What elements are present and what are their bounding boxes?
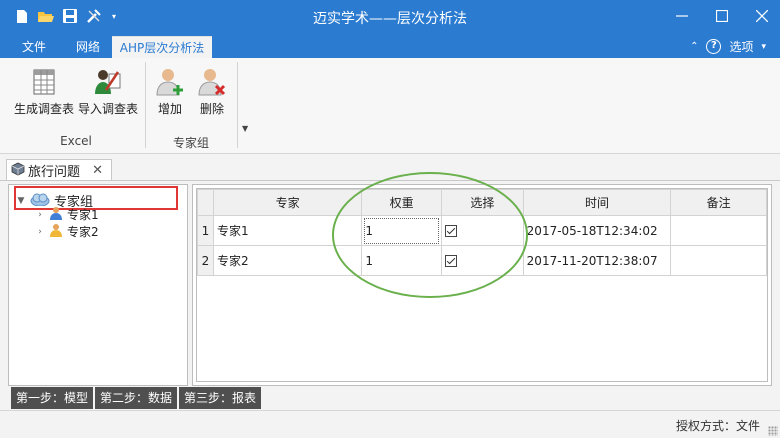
chevron-down-icon[interactable]: ▼ (16, 196, 26, 206)
cell-note[interactable] (670, 245, 767, 276)
add-user-icon (154, 66, 186, 98)
delete-expert-label: 删除 (199, 102, 224, 116)
tree-item-expert-2[interactable]: › 专家2 (35, 223, 99, 240)
options-menu[interactable]: 选项 (729, 38, 753, 55)
license-status: 授权方式：文件 (675, 419, 760, 433)
cell-time[interactable]: 2017-11-20T12:38:07 (522, 245, 672, 276)
table-row: 1 专家1 1 2017-05-18T12:34:02 (197, 215, 767, 246)
column-header-select[interactable]: 选择 (440, 189, 524, 216)
row-header-corner (197, 189, 214, 216)
document-tab[interactable]: 旅行问题 ✕ (6, 159, 112, 181)
options-dropdown-icon[interactable]: ▾ (761, 42, 766, 52)
column-header-expert[interactable]: 专家 (212, 189, 363, 216)
divider (0, 180, 780, 181)
row-index[interactable]: 1 (197, 215, 214, 246)
expert-tree-panel: ▼ 专家组 › 专家1 › 专家2 (8, 184, 188, 386)
add-expert-label: 增加 (157, 102, 182, 116)
generate-survey-button[interactable]: 生成调查表 (14, 66, 74, 117)
status-bar: 授权方式：文件 (0, 410, 780, 438)
ribbon-group-divider (237, 62, 238, 148)
add-expert-button[interactable]: 增加 (152, 66, 188, 117)
expert-table: 专家 权重 选择 时间 备注 1 专家1 1 2017-05-18T12:34:… (197, 189, 767, 276)
import-survey-button[interactable]: 导入调查表 (78, 66, 138, 117)
group-label-expert: 专家组 (172, 136, 209, 150)
close-icon[interactable] (752, 6, 772, 26)
cell-expert[interactable]: 专家2 (212, 245, 363, 276)
column-header-note[interactable]: 备注 (670, 189, 767, 216)
expert-user-icon (49, 206, 63, 223)
step-tab-report[interactable]: 第三步：报表 (179, 387, 262, 409)
column-header-time[interactable]: 时间 (522, 189, 672, 216)
chevron-right-icon[interactable]: › (35, 210, 45, 220)
grid-sheet-icon (28, 66, 60, 98)
close-tab-icon[interactable]: ✕ (92, 163, 103, 178)
resize-grip-icon[interactable] (768, 426, 778, 436)
cell-weight[interactable]: 1 (361, 215, 442, 246)
title-bar: ▾ 迈实学术——层次分析法 (0, 0, 780, 36)
generate-survey-label: 生成调查表 (14, 102, 75, 116)
remove-user-icon (196, 66, 228, 98)
tree-item-expert-1[interactable]: › 专家1 (35, 206, 99, 223)
import-survey-label: 导入调查表 (78, 102, 139, 116)
tree-item-label: 专家1 (67, 208, 99, 222)
step-tabs: 第一步：模型 第二步：数据 第三步：报表 (11, 387, 262, 409)
chevron-right-icon[interactable]: › (35, 227, 45, 237)
cell-time[interactable]: 2017-05-18T12:34:02 (522, 215, 672, 246)
maximize-icon[interactable] (712, 6, 732, 26)
tree-item-label: 专家2 (67, 225, 99, 239)
cube-icon (11, 162, 25, 180)
tab-file[interactable]: 文件 (12, 36, 56, 58)
group-label-excel: Excel (60, 134, 92, 148)
delete-expert-button[interactable]: 删除 (194, 66, 230, 117)
ribbon-group-divider (145, 62, 146, 148)
window-title: 迈实学术——层次分析法 (313, 11, 467, 27)
cell-select[interactable] (440, 245, 524, 276)
document-tab-label: 旅行问题 (28, 165, 81, 180)
checkbox-checked[interactable] (444, 255, 457, 267)
tab-ahp[interactable]: AHP层次分析法 (112, 36, 212, 58)
table-row: 2 专家2 1 2017-11-20T12:38:07 (197, 245, 767, 276)
collapse-ribbon-icon[interactable]: ⌃ (690, 41, 698, 52)
table-header-row: 专家 权重 选择 时间 备注 (197, 189, 767, 216)
step-tab-model[interactable]: 第一步：模型 (11, 387, 94, 409)
minimize-icon[interactable] (672, 6, 692, 26)
expert-user-icon (49, 223, 63, 240)
cell-weight[interactable]: 1 (361, 245, 442, 276)
column-header-weight[interactable]: 权重 (361, 189, 442, 216)
cell-select[interactable] (440, 215, 524, 246)
help-icon[interactable]: ? (706, 39, 722, 54)
checkbox-checked[interactable] (444, 225, 457, 237)
tab-network[interactable]: 网络 (64, 36, 112, 58)
ribbon-expand-icon[interactable]: ▼ (242, 124, 248, 133)
ribbon-tab-row: 文件 网络 AHP层次分析法 ⌃ ? 选项 ▾ (0, 36, 780, 58)
row-index[interactable]: 2 (197, 245, 214, 276)
grid-panel: 专家 权重 选择 时间 备注 1 专家1 1 2017-05-18T12:34:… (192, 184, 772, 386)
import-survey-icon (92, 66, 124, 98)
data-grid: 专家 权重 选择 时间 备注 1 专家1 1 2017-05-18T12:34:… (196, 188, 768, 382)
ribbon-panel: 生成调查表 导入调查表 Excel 增加 删除 专家组 ▼ (0, 58, 780, 154)
cell-note[interactable] (670, 215, 767, 246)
step-tab-data[interactable]: 第二步：数据 (95, 387, 178, 409)
cell-expert[interactable]: 专家1 (212, 215, 363, 246)
